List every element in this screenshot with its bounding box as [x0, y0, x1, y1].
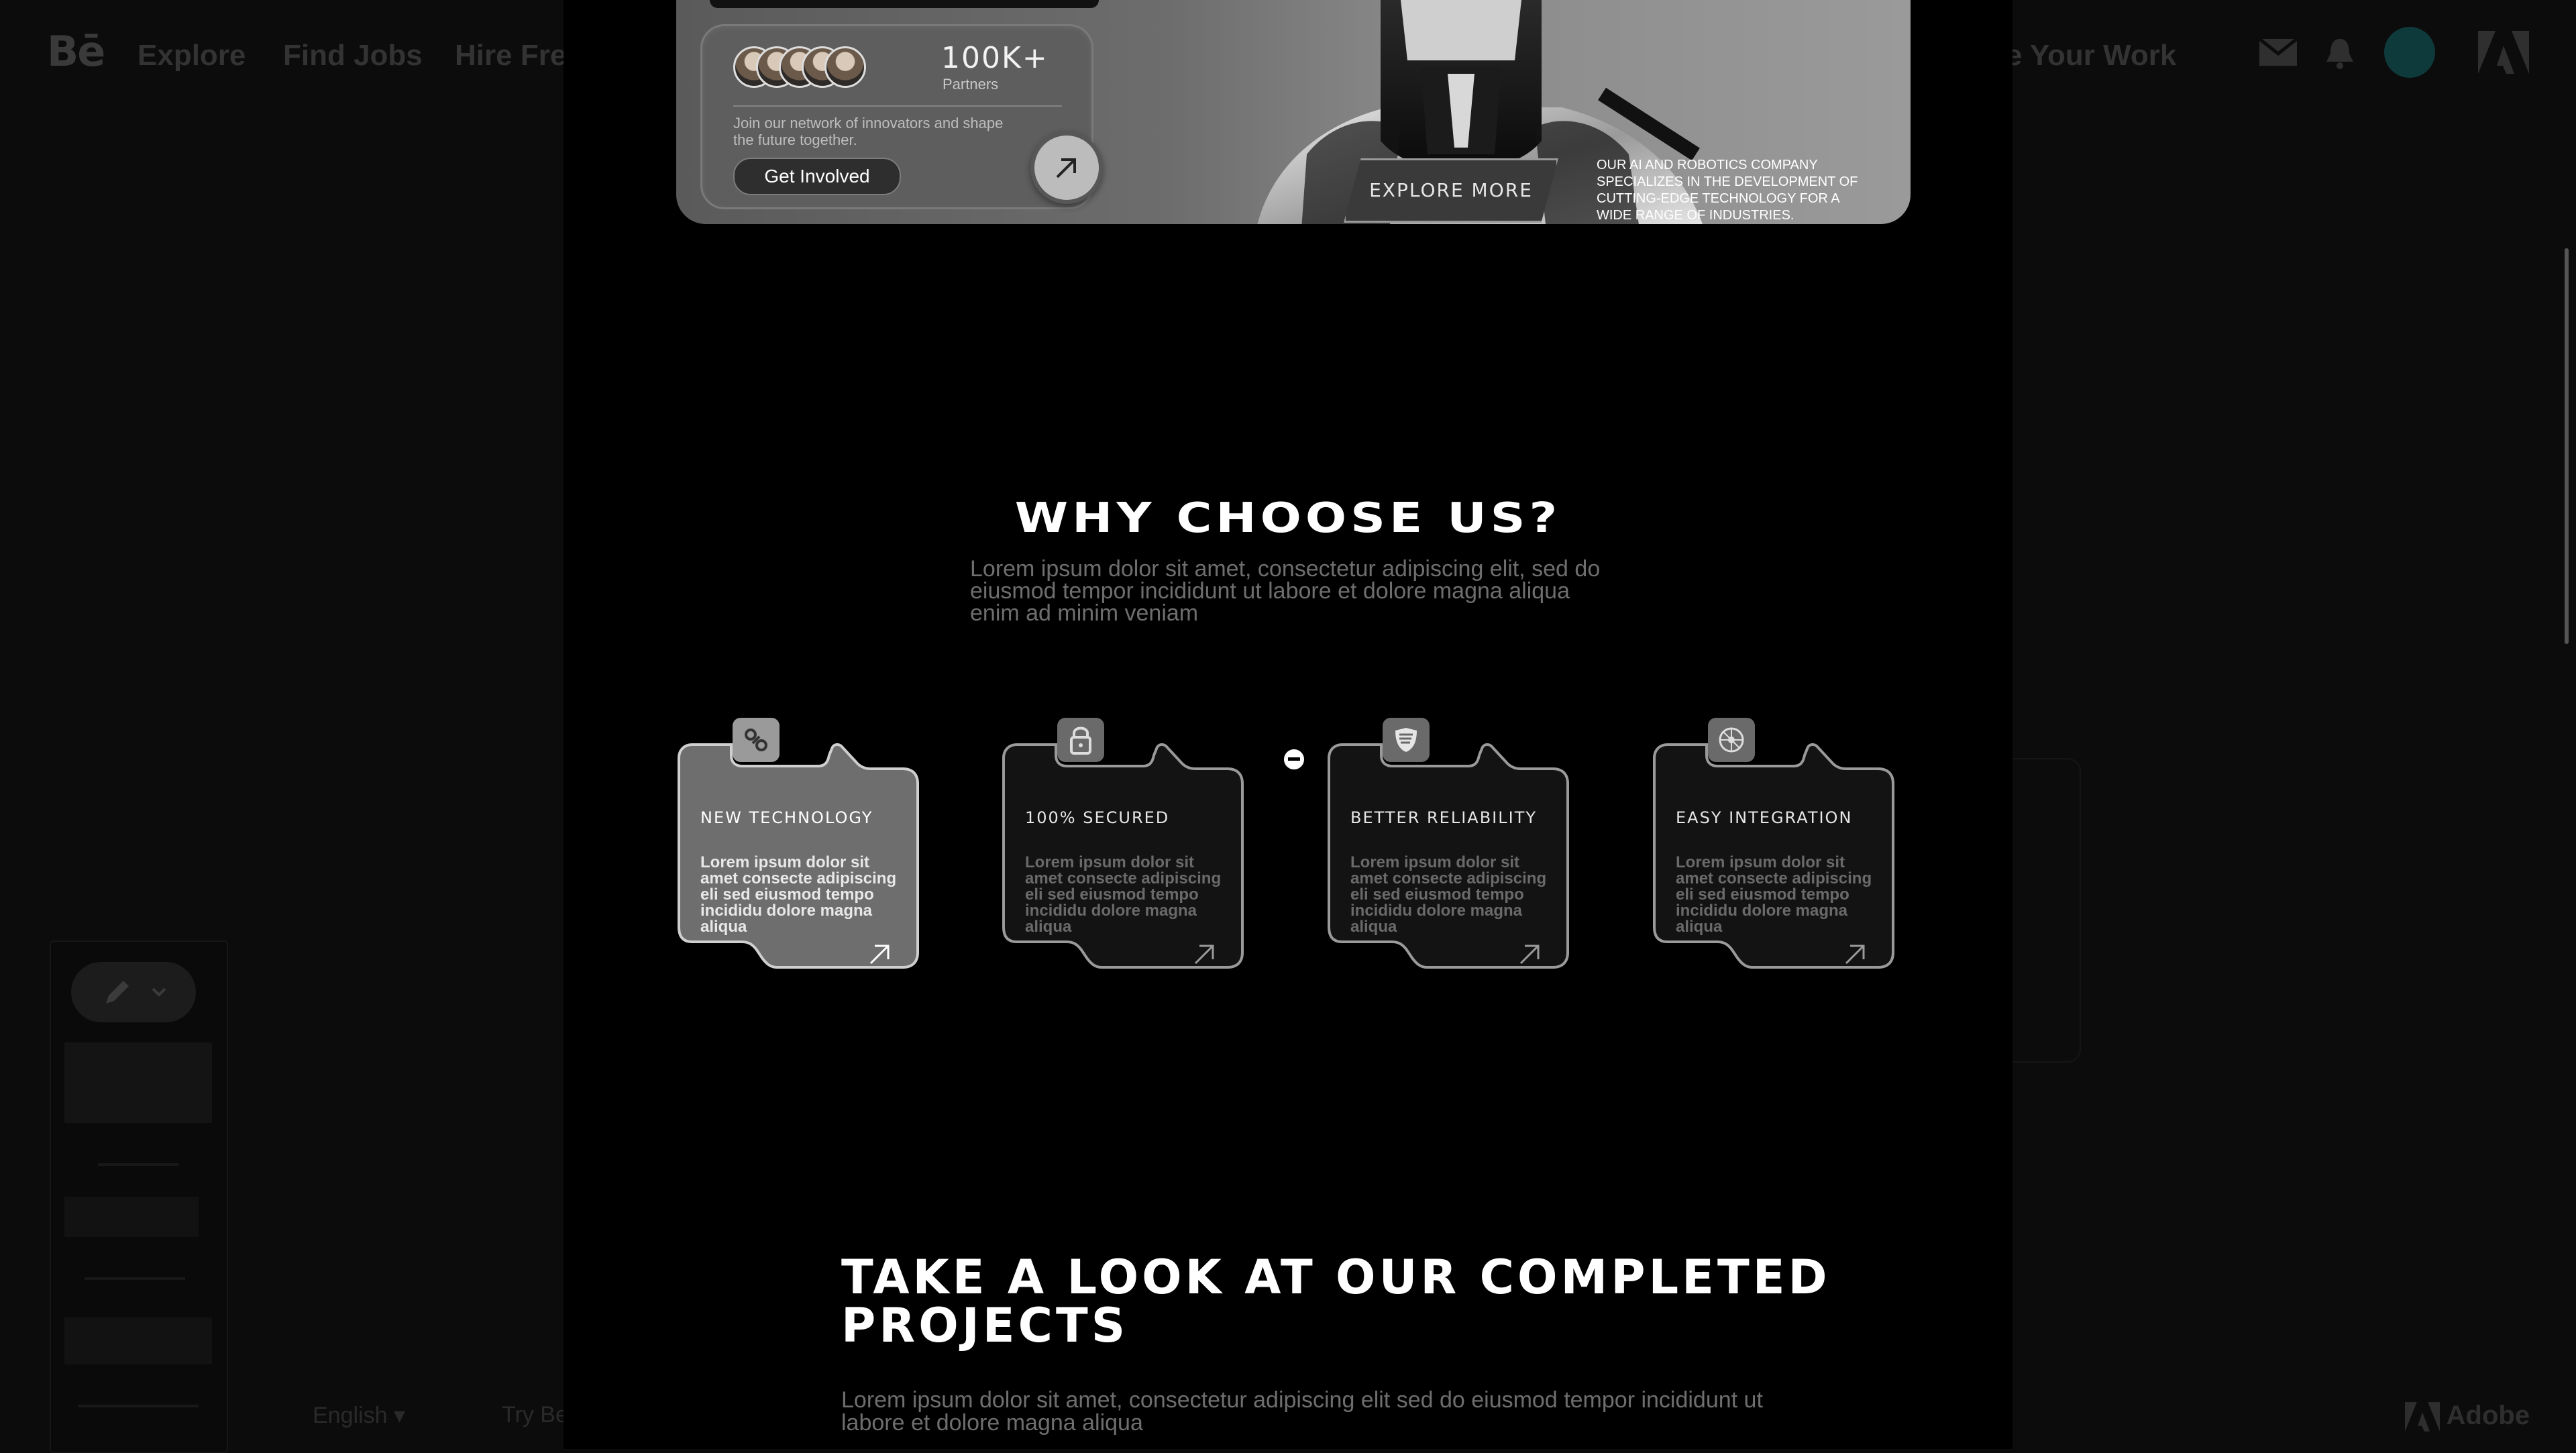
- pencil-icon: [106, 981, 129, 1004]
- arrow-up-right-icon[interactable]: [867, 940, 894, 967]
- avatar: [824, 46, 866, 88]
- completed-projects-subtitle: Lorem ipsum dolor sit amet, consectetur …: [841, 1387, 1763, 1436]
- footer-adobe-label: Adobe: [2446, 1401, 2530, 1430]
- feature-text: Lorem ipsum dolor sit amet consecte adip…: [1025, 853, 1222, 936]
- feature-card-integration[interactable]: EASY INTEGRATION Lorem ipsum dolor sit a…: [1652, 718, 1907, 986]
- mouse-cursor-icon: [1281, 747, 1307, 772]
- partners-label: Partners: [943, 76, 999, 93]
- completed-projects-heading: TAKE A LOOK AT OUR COMPLETED PROJECTS: [841, 1250, 1831, 1353]
- nav-explore[interactable]: Explore: [138, 39, 246, 72]
- try-behance-link[interactable]: Try Be: [502, 1402, 568, 1428]
- get-involved-button[interactable]: Get Involved: [733, 158, 901, 195]
- behance-logo[interactable]: Bē: [47, 27, 105, 76]
- card-divider: [733, 105, 1062, 107]
- explore-more-button[interactable]: EXPLORE MORE: [1344, 158, 1558, 223]
- feature-card-new-technology[interactable]: NEW TECHNOLOGY Lorem ipsum dolor sit ame…: [676, 718, 931, 986]
- feature-text: Lorem ipsum dolor sit amet consecte adip…: [1676, 853, 1872, 936]
- hero-top-bar: [710, 0, 1099, 8]
- nav-find-jobs[interactable]: Find Jobs: [283, 39, 423, 72]
- footer-adobe-brand[interactable]: Adobe: [2405, 1401, 2530, 1432]
- partner-avatars: [733, 46, 866, 88]
- arrow-up-right-icon[interactable]: [1842, 940, 1869, 967]
- feature-title: BETTER RELIABILITY: [1350, 808, 1538, 827]
- project-thumbnail-rail[interactable]: [50, 940, 228, 1453]
- mail-icon[interactable]: [2258, 38, 2298, 69]
- language-selector[interactable]: English ▾: [313, 1402, 405, 1429]
- explore-more-label: EXPLORE MORE: [1369, 179, 1533, 201]
- nav-share-your-work[interactable]: e Your Work: [2006, 39, 2176, 72]
- feature-title: EASY INTEGRATION: [1676, 808, 1853, 827]
- chevron-down-icon: [152, 987, 166, 997]
- page-scrollbar[interactable]: [2565, 248, 2569, 644]
- nav-hire-freelancers[interactable]: Hire Fre: [455, 39, 566, 72]
- feature-text: Lorem ipsum dolor sit amet consecte adip…: [700, 853, 897, 936]
- feature-text: Lorem ipsum dolor sit amet consecte adip…: [1350, 853, 1547, 936]
- partners-description: Join our network of innovators and shape…: [733, 115, 1004, 148]
- adobe-logo-icon[interactable]: [2478, 31, 2529, 77]
- arrow-up-right-icon[interactable]: [1191, 940, 1218, 967]
- hero-section: 100K+ Partners Join our network of innov…: [676, 0, 1911, 224]
- shield-icon: [1383, 718, 1430, 762]
- project-image: 100K+ Partners Join our network of innov…: [564, 0, 2012, 1449]
- partners-count: 100K+: [941, 41, 1049, 75]
- hero-description: OUR AI AND ROBOTICS COMPANY SPECIALIZES …: [1597, 158, 1858, 223]
- feature-card-reliability[interactable]: BETTER RELIABILITY Lorem ipsum dolor sit…: [1326, 718, 1581, 986]
- arrow-up-right-icon: [1056, 158, 1076, 178]
- why-choose-us-heading: WHY CHOOSE US?: [1014, 494, 1562, 542]
- feature-title: 100% SECURED: [1025, 808, 1170, 827]
- arrow-up-right-icon[interactable]: [1517, 940, 1544, 967]
- lock-icon: [1057, 718, 1104, 762]
- side-panel-outline: [2006, 758, 2081, 1063]
- link-icon: [733, 718, 780, 762]
- why-choose-us-subtitle: Lorem ipsum dolor sit amet, consectetur …: [970, 556, 1601, 626]
- arrow-circle-button[interactable]: [1030, 131, 1103, 204]
- edit-project-button[interactable]: [71, 962, 196, 1022]
- feature-title: NEW TECHNOLOGY: [700, 808, 873, 827]
- network-icon: [1708, 718, 1755, 762]
- feature-card-secured[interactable]: 100% SECURED Lorem ipsum dolor sit amet …: [1001, 718, 1256, 986]
- user-avatar[interactable]: [2384, 27, 2435, 78]
- notification-bell-icon[interactable]: [2325, 38, 2355, 73]
- adobe-footer-icon: [2405, 1402, 2440, 1432]
